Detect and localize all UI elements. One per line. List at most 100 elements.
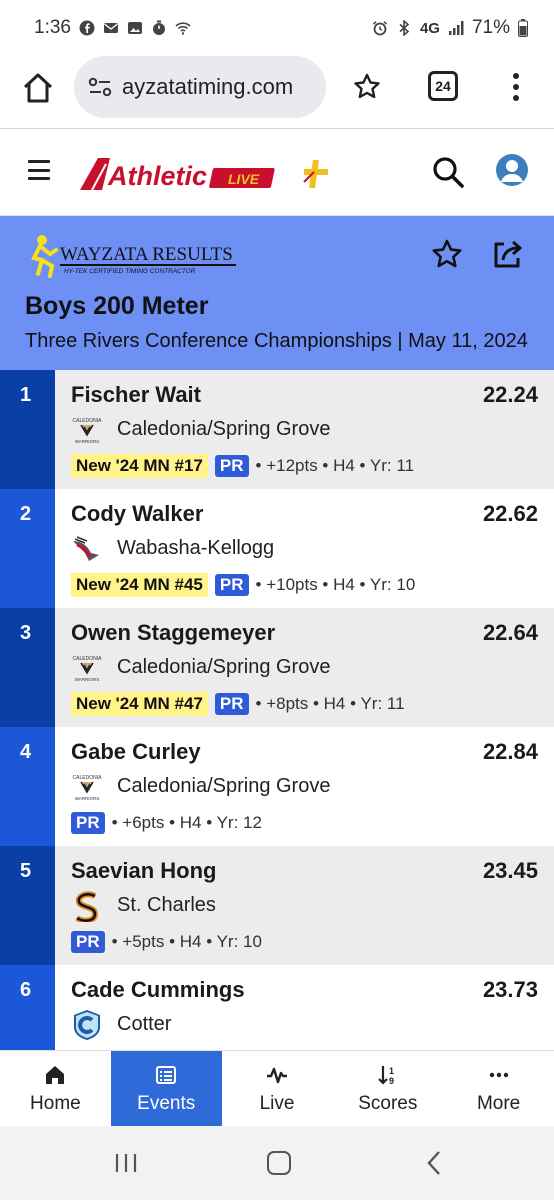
- status-right: 4G 71%: [372, 17, 528, 39]
- st-charles-saints-logo: [71, 890, 103, 924]
- sort-icon: 19: [376, 1063, 400, 1087]
- team-name[interactable]: Caledonia/Spring Grove: [117, 775, 330, 798]
- result-detail-text: • +12pts • H4 • Yr: 11: [255, 456, 415, 475]
- favorite-star-icon[interactable]: [430, 238, 464, 272]
- hamburger-menu-icon[interactable]: [28, 160, 50, 180]
- athlete-name[interactable]: Gabe Curley: [71, 739, 201, 765]
- team-name[interactable]: St. Charles: [117, 894, 216, 917]
- nav-label: Live: [259, 1093, 295, 1114]
- result-time: 23.45: [482, 858, 538, 883]
- facebook-icon: [79, 20, 95, 36]
- bottom-nav: Home Events Live 1 9 Scores More: [0, 1050, 554, 1127]
- place-number: 5: [20, 860, 32, 882]
- battery-percent: 71%: [471, 17, 510, 38]
- url-text[interactable]: ayzatatiming.com: [122, 74, 293, 100]
- user-icon: [501, 160, 523, 182]
- status-bar: 1:36 4G 71%: [0, 0, 554, 56]
- place-number: 1: [20, 384, 32, 406]
- result-time: 22.84: [482, 739, 538, 764]
- result-details: PR • +6pts • H4 • Yr: 12: [71, 810, 262, 836]
- wabasha-kellogg-falcon-logo: [71, 533, 103, 565]
- result-row[interactable]: 5 Saevian Hong 23.45 St. Charles PR • +5pts •…: [0, 846, 554, 965]
- system-nav-bar: [0, 1126, 554, 1200]
- result-details: PR • +5pts • H4 • Yr: 10: [71, 929, 262, 955]
- result-row[interactable]: 4 Gabe Curley 22.84 CALEDONIA WARRIORS Caledo…: [0, 727, 554, 846]
- result-row[interactable]: 6 Cade Cummings 23.73 Cotter: [0, 965, 554, 1050]
- app-header: Athletic LIVE: [0, 130, 554, 216]
- team-name[interactable]: Cotter: [117, 1013, 171, 1036]
- caledonia-warriors-logo: CALEDONIA WARRIORS: [71, 652, 103, 684]
- address-bar[interactable]: ayzatatiming.com: [74, 56, 326, 118]
- list-icon: [154, 1063, 178, 1087]
- user-avatar[interactable]: [496, 154, 528, 186]
- athlete-name[interactable]: Owen Staggemeyer: [71, 620, 275, 646]
- nav-events[interactable]: Events: [110, 1051, 222, 1127]
- result-detail-text: • +8pts • H4 • Yr: 11: [255, 694, 405, 713]
- nav-scores[interactable]: 1 9 Scores: [332, 1051, 443, 1127]
- system-home-button[interactable]: [267, 1151, 291, 1175]
- browser-divider: [0, 128, 554, 129]
- tab-count-label: 24: [435, 78, 451, 94]
- logo-badge: LIVE: [228, 171, 260, 187]
- svg-text:1: 1: [389, 1066, 394, 1076]
- status-time: 1:36: [34, 17, 71, 38]
- recent-apps-icon[interactable]: [115, 1153, 137, 1173]
- result-detail-text: • +10pts • H4 • Yr: 10: [255, 575, 416, 594]
- athlete-name[interactable]: Fischer Wait: [71, 382, 201, 408]
- gallery-icon: [127, 22, 142, 34]
- site-settings-icon[interactable]: [88, 76, 112, 98]
- nav-label: Scores: [358, 1093, 418, 1114]
- alarm-icon: [372, 21, 387, 36]
- pr-badge: PR: [214, 455, 249, 477]
- place-column: 2: [0, 489, 55, 608]
- svg-text:WARRIORS: WARRIORS: [75, 439, 100, 444]
- nav-live[interactable]: Live: [222, 1051, 333, 1127]
- result-detail-text: • +6pts • H4 • Yr: 12: [111, 813, 262, 832]
- browser-menu-icon[interactable]: [506, 70, 526, 104]
- result-time: 22.62: [482, 501, 538, 526]
- signal-icon: [448, 21, 464, 35]
- browser-home-icon[interactable]: [20, 70, 56, 106]
- bluetooth-icon: [399, 20, 410, 36]
- result-details: New '24 MN #17 PR • +12pts • H4 • Yr: 11: [71, 453, 414, 479]
- bookmark-star-icon[interactable]: [352, 72, 382, 102]
- athlete-name[interactable]: Saevian Hong: [71, 858, 216, 884]
- status-left: 1:36: [34, 17, 191, 39]
- team-name[interactable]: Caledonia/Spring Grove: [117, 418, 330, 441]
- athletic-live-logo[interactable]: Athletic LIVE: [78, 154, 340, 194]
- tab-switcher-button[interactable]: 24: [428, 71, 458, 101]
- search-icon[interactable]: [430, 154, 466, 190]
- nav-home[interactable]: Home: [0, 1051, 111, 1127]
- nav-label: Home: [30, 1093, 81, 1114]
- place-number: 3: [20, 622, 32, 644]
- result-row[interactable]: 2 Cody Walker 22.62 Wabasha-Kellogg New '24 …: [0, 489, 554, 608]
- result-time: 22.24: [482, 382, 538, 407]
- wayzata-logo-subtitle: HY-TEK CERTIFIED TIMING CONTRACTOR: [64, 268, 196, 275]
- nav-more[interactable]: More: [443, 1051, 554, 1127]
- battery-icon: [518, 19, 528, 37]
- cotter-c-logo: [71, 1009, 103, 1041]
- result-details: New '24 MN #47 PR • +8pts • H4 • Yr: 11: [71, 691, 405, 717]
- mail-icon: [103, 23, 118, 33]
- back-icon[interactable]: [425, 1150, 443, 1176]
- svg-text:9: 9: [389, 1076, 394, 1086]
- state-rank-badge: New '24 MN #17: [71, 454, 208, 478]
- meet-title: Three Rivers Conference Championships | …: [25, 330, 528, 352]
- athlete-name[interactable]: Cody Walker: [71, 501, 203, 527]
- pr-badge: PR: [71, 931, 105, 953]
- athlete-name[interactable]: Cade Cummings: [71, 977, 245, 1003]
- home-icon: [43, 1063, 67, 1087]
- share-icon[interactable]: [490, 236, 526, 272]
- caledonia-warriors-logo: CALEDONIA WARRIORS: [71, 771, 103, 803]
- result-row[interactable]: 1 Fischer Wait 22.24 CALEDONIA WARRIORS Caled…: [0, 370, 554, 489]
- pr-badge: PR: [214, 693, 249, 715]
- pr-badge: PR: [71, 812, 105, 834]
- result-row[interactable]: 3 Owen Staggemeyer 22.64 CALEDONIA WARRIORS C…: [0, 608, 554, 727]
- team-name[interactable]: Wabasha-Kellogg: [117, 537, 274, 560]
- svg-text:CALEDONIA: CALEDONIA: [73, 775, 103, 781]
- svg-text:WARRIORS: WARRIORS: [75, 677, 100, 682]
- caledonia-warriors-logo: CALEDONIA WARRIORS: [71, 414, 103, 446]
- team-name[interactable]: Caledonia/Spring Grove: [117, 656, 330, 679]
- result-time: 22.64: [482, 620, 538, 645]
- place-number: 2: [20, 503, 32, 525]
